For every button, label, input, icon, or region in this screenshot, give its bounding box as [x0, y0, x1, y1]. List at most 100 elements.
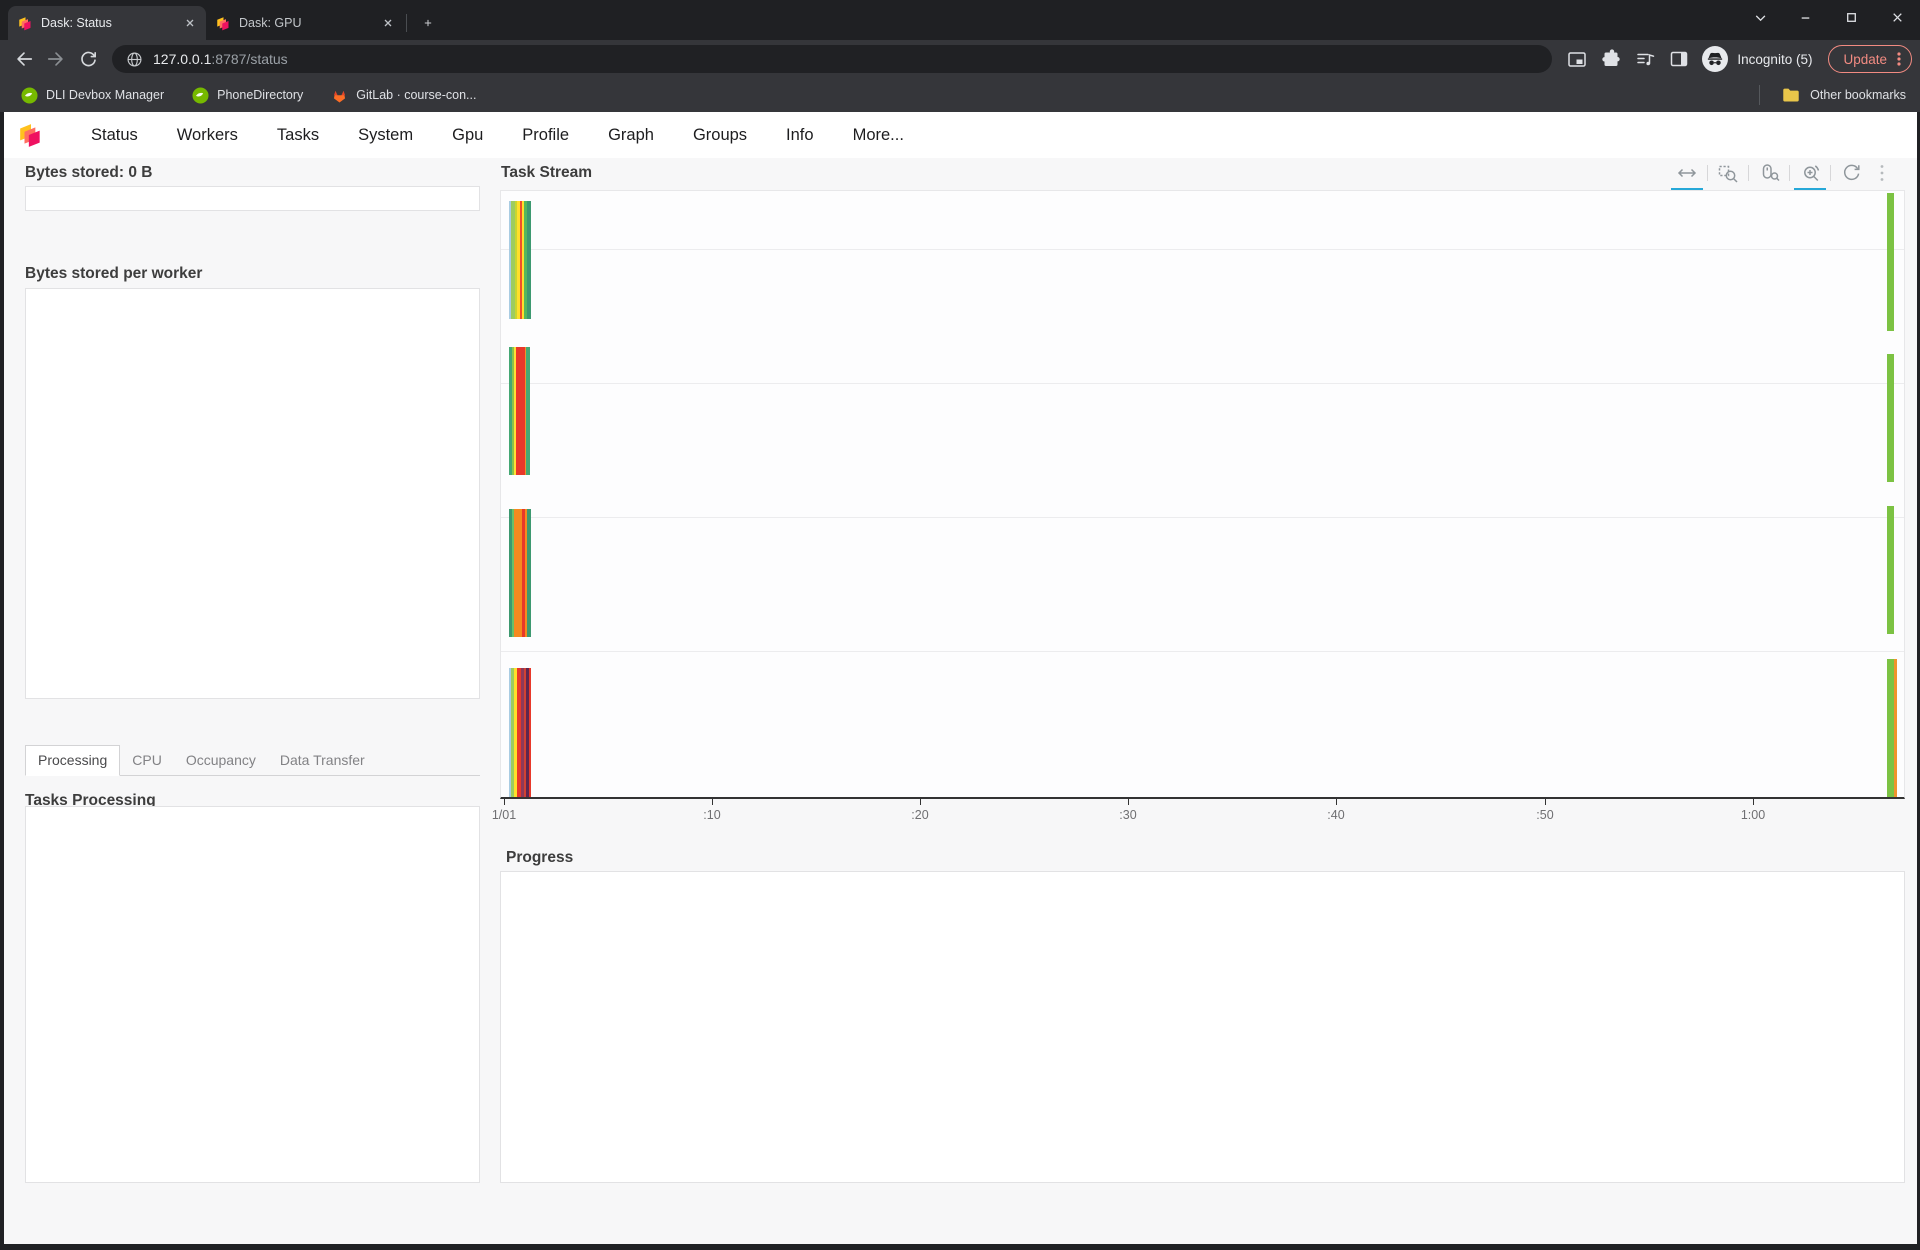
task-bar-current-lane-1: [1887, 193, 1894, 331]
nav-item-info[interactable]: Info: [786, 126, 814, 145]
wheel-zoom-tool[interactable]: [1756, 160, 1782, 186]
profile-chip[interactable]: Incognito (5): [1698, 46, 1822, 72]
tab-favicon-dask-icon: [18, 16, 33, 31]
menu-dots-icon: [1871, 162, 1893, 184]
bookmark-items: DLI Devbox Manager PhoneDirectory GitLab ·…: [10, 82, 487, 108]
browser-toolbar: 127.0.0.1:8787/status Incognito (5) Upda…: [0, 40, 1920, 78]
axis-tick-label: 1/01: [492, 808, 516, 822]
update-button[interactable]: Update: [1828, 45, 1912, 73]
task-bar-stripe: [1894, 659, 1897, 797]
axis-tick: [1753, 799, 1754, 805]
reload-icon: [78, 49, 98, 70]
menu-dots[interactable]: [1869, 160, 1895, 186]
tasks-processing-chart: [25, 806, 480, 1183]
left-panel-tabs: ProcessingCPUOccupancyData Transfer: [25, 745, 480, 776]
zoom-in-tool[interactable]: [1797, 160, 1823, 186]
nav-item-gpu[interactable]: Gpu: [452, 126, 483, 145]
url-bar[interactable]: 127.0.0.1:8787/status: [112, 45, 1552, 73]
nvidia-icon: [21, 87, 38, 104]
tab-close-icon[interactable]: [380, 15, 396, 31]
bytes-stored-chart: [25, 186, 480, 211]
side-panel-icon[interactable]: [1664, 44, 1694, 74]
extensions-puzzle-icon[interactable]: [1596, 44, 1626, 74]
bookmarks-separator: [1759, 85, 1760, 105]
box-zoom-tool-icon: [1717, 162, 1739, 184]
task-cluster-lane-2: [509, 347, 530, 475]
folder-icon: [1781, 85, 1801, 105]
tab-cpu[interactable]: CPU: [120, 746, 174, 775]
task-cluster-lane-1: [509, 201, 531, 319]
dask-logo-icon: [18, 122, 44, 148]
bookmark-item-3[interactable]: GitLab · course-con...: [320, 82, 487, 108]
wheel-zoom-tool-icon: [1758, 162, 1780, 184]
forward-button[interactable]: [40, 43, 72, 75]
nav-item-workers[interactable]: Workers: [177, 126, 238, 145]
reload-button[interactable]: [72, 43, 104, 75]
bookmark-label: DLI Devbox Manager: [46, 88, 164, 102]
gridline: [501, 249, 1904, 250]
axis-tick: [712, 799, 713, 805]
window-bottom-edge: [0, 1244, 1920, 1250]
task-stream-title: Task Stream: [501, 164, 592, 182]
nav-item-graph[interactable]: Graph: [608, 126, 654, 145]
close-button[interactable]: [1874, 0, 1920, 34]
nvidia-icon: [192, 87, 209, 104]
toolbar-separator: [1830, 165, 1831, 181]
bytes-per-worker-chart: [25, 288, 480, 699]
gridline: [501, 383, 1904, 384]
incognito-label: Incognito (5): [1737, 52, 1812, 67]
browser-tab-2[interactable]: Dask: GPU: [206, 6, 404, 40]
nav-item-tasks[interactable]: Tasks: [277, 126, 319, 145]
task-cluster-lane-3: [509, 509, 531, 637]
update-label: Update: [1843, 52, 1887, 67]
url-path: :8787/status: [211, 51, 287, 67]
task-stream-x-axis: 1/01:10:20:30:40:501:00: [500, 799, 1905, 825]
kebab-menu-icon[interactable]: [1897, 52, 1901, 66]
new-tab-button[interactable]: [415, 10, 441, 36]
minimize-button[interactable]: [1782, 0, 1828, 34]
axis-tick-label: :40: [1327, 808, 1344, 822]
pan-tool-icon: [1676, 162, 1698, 184]
back-arrow-icon: [14, 48, 34, 70]
tab-close-icon[interactable]: [182, 15, 198, 31]
axis-tick-label: :30: [1119, 808, 1136, 822]
reset-tool[interactable]: [1838, 160, 1864, 186]
media-controls-icon[interactable]: [1630, 44, 1660, 74]
bookmark-item-1[interactable]: DLI Devbox Manager: [10, 82, 175, 108]
nav-item-groups[interactable]: Groups: [693, 126, 747, 145]
gridline: [501, 517, 1904, 518]
bookmark-label: GitLab · course-con...: [356, 88, 476, 102]
axis-tick: [1336, 799, 1337, 805]
tab-title: Dask: GPU: [239, 16, 372, 30]
back-button[interactable]: [8, 43, 40, 75]
tab-data-transfer[interactable]: Data Transfer: [268, 746, 377, 775]
pan-tool[interactable]: [1674, 160, 1700, 186]
box-zoom-tool[interactable]: [1715, 160, 1741, 186]
dask-dashboard-page: Status Workers Tasks System Gpu Profile Graph G…: [0, 112, 1920, 1244]
incognito-icon: [1702, 46, 1728, 72]
tab-processing[interactable]: Processing: [25, 745, 120, 776]
bookmark-item-2[interactable]: PhoneDirectory: [181, 82, 314, 108]
toolbar-separator: [1748, 165, 1749, 181]
dask-nav-items: Status Workers Tasks System Gpu Profile Graph G…: [91, 126, 904, 145]
chevron-down-button[interactable]: [1736, 0, 1782, 34]
url-text: 127.0.0.1:8787/status: [153, 51, 288, 67]
dask-logo-icon: [18, 122, 44, 148]
progress-chart: [500, 871, 1905, 1183]
maximize-button[interactable]: [1828, 0, 1874, 34]
tab-occupancy[interactable]: Occupancy: [174, 746, 268, 775]
nav-item-system[interactable]: System: [358, 126, 413, 145]
zoom-in-tool-icon: [1799, 162, 1821, 184]
globe-icon: [126, 51, 143, 68]
axis-tick: [1128, 799, 1129, 805]
nav-item-more[interactable]: More...: [853, 126, 904, 145]
browser-window: Dask: Status Dask: GPU 127.0.0.1:8787/sta…: [0, 0, 1920, 1250]
maximize-icon: [1845, 11, 1858, 24]
nav-item-status[interactable]: Status: [91, 126, 138, 145]
other-bookmarks[interactable]: Other bookmarks: [1759, 85, 1910, 105]
axis-tick-label: 1:00: [1741, 808, 1765, 822]
browser-tab-1[interactable]: Dask: Status: [8, 6, 206, 40]
task-stream-plot[interactable]: [500, 190, 1905, 799]
picture-in-picture-icon[interactable]: [1562, 44, 1592, 74]
nav-item-profile[interactable]: Profile: [522, 126, 569, 145]
